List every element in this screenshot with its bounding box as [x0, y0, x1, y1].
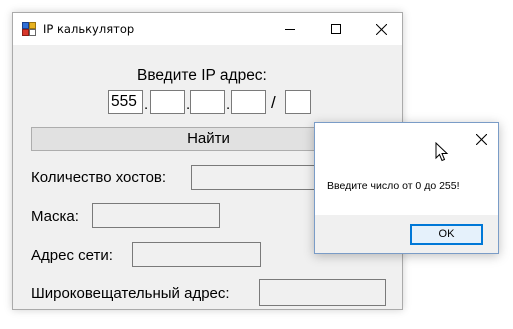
ip-prompt-label: Введите IP адрес:: [137, 67, 267, 84]
window-title: IP калькулятор: [43, 22, 135, 36]
network-address-output[interactable]: [132, 242, 261, 267]
close-icon: [375, 23, 387, 35]
prefix-input[interactable]: [285, 90, 311, 114]
ok-button[interactable]: OK: [410, 224, 483, 245]
maximize-button[interactable]: [313, 13, 359, 45]
dialog-content: Введите число от 0 до 255!: [315, 123, 498, 215]
broadcast-address-output[interactable]: [259, 279, 386, 306]
hosts-label: Количество хостов:: [31, 169, 167, 186]
minimize-icon: [285, 29, 295, 30]
app-forms-icon: [22, 22, 36, 36]
ip-octet-3-input[interactable]: [190, 90, 225, 114]
titlebar: IP калькулятор: [13, 13, 402, 45]
mask-output[interactable]: [92, 203, 220, 228]
dialog-message: Введите число от 0 до 255!: [327, 180, 460, 192]
broadcast-label: Широковещательный адрес:: [31, 285, 230, 302]
ip-dot-3: .: [226, 96, 231, 113]
error-dialog: Введите число от 0 до 255! OK: [314, 122, 499, 254]
network-label: Адрес сети:: [31, 247, 113, 264]
close-button[interactable]: [358, 13, 404, 45]
minimize-button[interactable]: [267, 13, 313, 45]
mask-label: Маска:: [31, 208, 79, 225]
mouse-pointer-icon: [435, 142, 449, 162]
maximize-icon: [331, 24, 341, 34]
close-icon: [475, 133, 487, 145]
ip-octet-4-input[interactable]: [231, 90, 266, 114]
ip-octet-2-input[interactable]: [150, 90, 185, 114]
dialog-close-button[interactable]: [468, 127, 494, 151]
ip-octet-1-input[interactable]: 555: [108, 90, 143, 114]
ip-dot-1: .: [144, 96, 149, 113]
prefix-slash: /: [271, 93, 276, 112]
